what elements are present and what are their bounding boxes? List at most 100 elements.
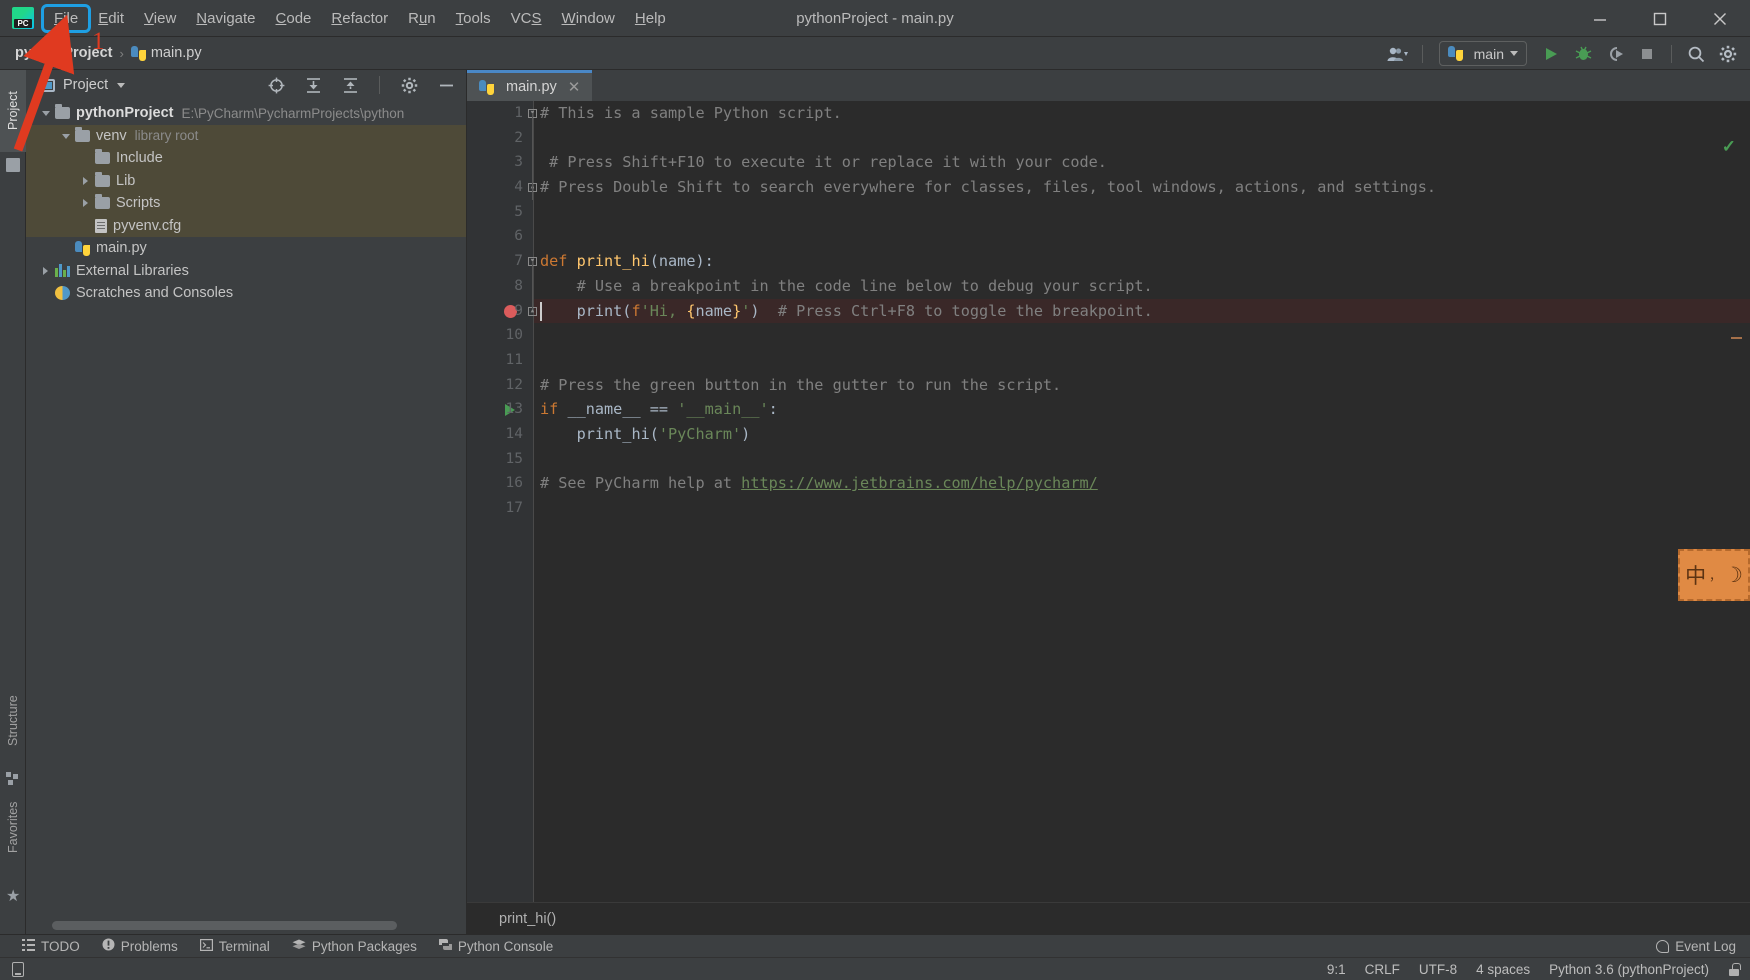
code-line[interactable]: print_hi('PyCharm') (534, 422, 1750, 447)
code-line[interactable] (534, 447, 1750, 472)
toolwindow-terminal[interactable]: Terminal (199, 939, 270, 954)
chevron-down-icon[interactable] (117, 82, 126, 88)
editor-tab-main-py[interactable]: main.py ✕ (467, 70, 593, 101)
menu-item-refactor[interactable]: Refactor (321, 7, 398, 30)
code-line[interactable]: if __name__ == '__main__': (534, 397, 1750, 422)
hide-panel-icon[interactable] (432, 72, 460, 98)
status-item-1[interactable]: CRLF (1365, 962, 1400, 977)
code-line[interactable]: # See PyCharm help at https://www.jetbra… (534, 471, 1750, 496)
project-panel-horizontal-scrollbar[interactable] (52, 921, 397, 930)
menu-item-help[interactable]: Help (625, 7, 676, 30)
code-line[interactable]: ▾# This is a sample Python script. (528, 101, 1750, 126)
code-line[interactable] (534, 200, 1750, 225)
gutter-line[interactable]: 2 (467, 126, 533, 151)
gutter-line[interactable]: 3 (467, 150, 533, 175)
error-stripe-mark[interactable] (1731, 337, 1742, 339)
code-line[interactable]: ▴# Press Double Shift to search everywhe… (528, 175, 1750, 200)
menu-item-run[interactable]: Run (398, 7, 446, 30)
status-item-3[interactable]: 4 spaces (1476, 962, 1530, 977)
settings-gear-icon[interactable] (395, 72, 423, 98)
ime-indicator-badge[interactable]: 中 ， ☽ (1678, 549, 1750, 601)
code-line[interactable] (534, 224, 1750, 249)
unlocked-icon[interactable] (1728, 962, 1741, 976)
code-line[interactable] (534, 126, 1750, 151)
gutter-line[interactable]: 11 (467, 348, 533, 373)
settings-gear-icon[interactable] (1714, 41, 1742, 67)
gutter-line[interactable]: 5 (467, 200, 533, 225)
toolwindow-problems[interactable]: Problems (102, 938, 178, 954)
gutter-line[interactable]: 8 (467, 274, 533, 299)
tree-node-external-libraries[interactable]: External Libraries (26, 260, 466, 283)
gutter-line[interactable]: 6 (467, 224, 533, 249)
code-line[interactable]: ▾def print_hi(name): (528, 249, 1750, 274)
sidebar-tab-structure[interactable]: Structure (0, 676, 26, 766)
code-line[interactable] (534, 323, 1750, 348)
inspection-status-icon[interactable]: ✓ (1722, 137, 1736, 157)
event-log-button[interactable]: Event Log (1656, 939, 1736, 954)
close-icon[interactable]: ✕ (568, 78, 581, 96)
tree-node-scripts[interactable]: Scripts (26, 192, 466, 215)
code-line[interactable] (534, 496, 1750, 521)
toolwindow-python-packages[interactable]: Python Packages (292, 939, 417, 954)
code-editor[interactable]: 1234567891011121314151617 ▾# This is a s… (467, 101, 1750, 902)
menu-item-window[interactable]: Window (552, 7, 625, 30)
code-line[interactable]: ▴ print(f'Hi, {name}') # Press Ctrl+F8 t… (528, 298, 1750, 324)
gutter-line[interactable]: 12 (467, 373, 533, 398)
gutter-line[interactable]: 9 (467, 299, 533, 324)
tree-node-pyvenv-cfg[interactable]: pyvenv.cfg (26, 214, 466, 237)
editor-breadcrumb-label[interactable]: print_hi() (499, 911, 556, 927)
close-button[interactable] (1690, 0, 1750, 37)
tree-node-lib[interactable]: Lib (26, 169, 466, 192)
menu-item-view[interactable]: View (134, 7, 186, 30)
chevron-down-icon[interactable] (60, 130, 72, 142)
status-item-0[interactable]: 9:1 (1327, 962, 1346, 977)
tree-node-scratches-and-consoles[interactable]: Scratches and Consoles (26, 282, 466, 305)
run-button[interactable] (1537, 41, 1565, 67)
minimize-button[interactable] (1570, 0, 1630, 37)
menu-item-navigate[interactable]: Navigate (186, 7, 265, 30)
menu-item-edit[interactable]: Edit (88, 7, 134, 30)
tree-node-main-py[interactable]: main.py (26, 237, 466, 260)
expand-all-icon[interactable] (299, 72, 327, 98)
toolwindow-python-console[interactable]: Python Console (437, 938, 553, 954)
menu-item-vcs[interactable]: VCS (501, 7, 552, 30)
editor-gutter[interactable]: 1 2 3 4 5 6 7 8 9 10 11 12 13 14 15 16 17 (467, 101, 533, 902)
menu-item-code[interactable]: Code (266, 7, 322, 30)
gutter-line[interactable]: 17 (467, 496, 533, 521)
tree-node-venv[interactable]: venv library root (26, 124, 466, 147)
search-icon[interactable] (1682, 41, 1710, 67)
sidebar-tab-project[interactable]: Project (0, 70, 26, 152)
menu-item-file[interactable]: File (40, 3, 92, 33)
chevron-down-icon[interactable] (40, 107, 52, 119)
toolwindow-todo[interactable]: TODO (22, 938, 80, 954)
gutter-line[interactable]: 16 (467, 471, 533, 496)
gutter-line[interactable]: 1 (467, 101, 533, 126)
run-with-coverage-button[interactable] (1601, 41, 1629, 67)
code-line[interactable]: # Use a breakpoint in the code line belo… (534, 274, 1750, 299)
gutter-line[interactable]: 14 (467, 422, 533, 447)
tree-node-include[interactable]: Include (26, 147, 466, 170)
gutter-line[interactable]: 7 (467, 249, 533, 274)
toggle-toolwindows-button[interactable] (12, 961, 24, 977)
chevron-right-icon[interactable] (80, 175, 92, 187)
maximize-button[interactable] (1630, 0, 1690, 37)
code-line[interactable]: # Press the green button in the gutter t… (534, 373, 1750, 398)
gutter-line[interactable]: 13 (467, 397, 533, 422)
code-content[interactable]: ▾# This is a sample Python script. # Pre… (528, 101, 1750, 902)
gutter-line[interactable]: 15 (467, 447, 533, 472)
status-item-4[interactable]: Python 3.6 (pythonProject) (1549, 962, 1709, 977)
status-item-2[interactable]: UTF-8 (1419, 962, 1457, 977)
sidebar-tab-favorites[interactable]: Favorites (0, 778, 26, 876)
gutter-line[interactable]: 10 (467, 323, 533, 348)
code-line[interactable]: # Press Shift+F10 to execute it or repla… (534, 150, 1750, 175)
user-account-icon[interactable] (1384, 41, 1412, 67)
run-configuration-selector[interactable]: main (1438, 41, 1527, 66)
collapse-all-icon[interactable] (336, 72, 364, 98)
gutter-line[interactable]: 4 (467, 175, 533, 200)
tree-node-pythonproject[interactable]: pythonProject E:\PyCharm\PycharmProjects\… (26, 102, 466, 125)
chevron-right-icon[interactable] (80, 197, 92, 209)
stop-button[interactable] (1633, 41, 1661, 67)
debug-button[interactable] (1569, 41, 1597, 67)
breadcrumb-file[interactable]: main.py (151, 45, 202, 61)
chevron-right-icon[interactable] (40, 265, 52, 277)
